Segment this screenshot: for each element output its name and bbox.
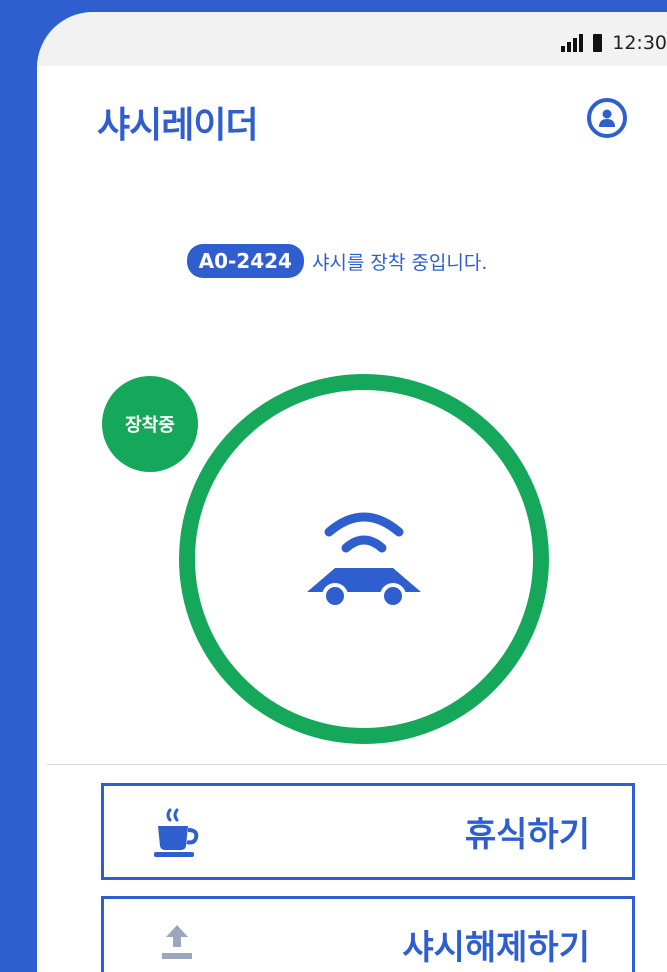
status-indicators: 12:30: [561, 32, 667, 54]
mount-status-line: A0-2424 샤시를 장착 중입니다.: [37, 244, 637, 278]
upload-arrow-icon: [162, 924, 192, 959]
user-icon: [599, 109, 615, 127]
car-signal-icon: [307, 512, 421, 609]
mounting-badge: 장착중: [102, 376, 198, 472]
rest-button-label: 휴식하기: [464, 815, 590, 855]
signal-icon: [561, 34, 584, 52]
status-message: 샤시를 장착 중입니다.: [311, 251, 488, 274]
profile-button[interactable]: [587, 98, 627, 138]
app-header: 샤시레이더: [37, 66, 667, 176]
coffee-cup-icon: [154, 808, 199, 857]
app-title: 샤시레이더: [97, 105, 259, 146]
mount-status-ring: [179, 374, 549, 744]
divider: [47, 764, 667, 765]
release-chassis-button-label: 샤시해제하기: [402, 928, 590, 968]
mounting-badge-label: 장착중: [125, 415, 175, 436]
rest-button[interactable]: 휴식하기: [101, 783, 635, 880]
release-chassis-button[interactable]: 샤시해제하기: [101, 896, 635, 972]
status-time: 12:30: [612, 32, 667, 54]
chassis-plate-badge: A0-2424: [186, 244, 304, 278]
phone-frame: 12:30 샤시레이더 A0-2424 샤시를 장착 중입니다. 장착중 휴식하…: [37, 12, 667, 972]
battery-icon: [593, 34, 603, 52]
status-bar: 12:30: [37, 12, 667, 66]
